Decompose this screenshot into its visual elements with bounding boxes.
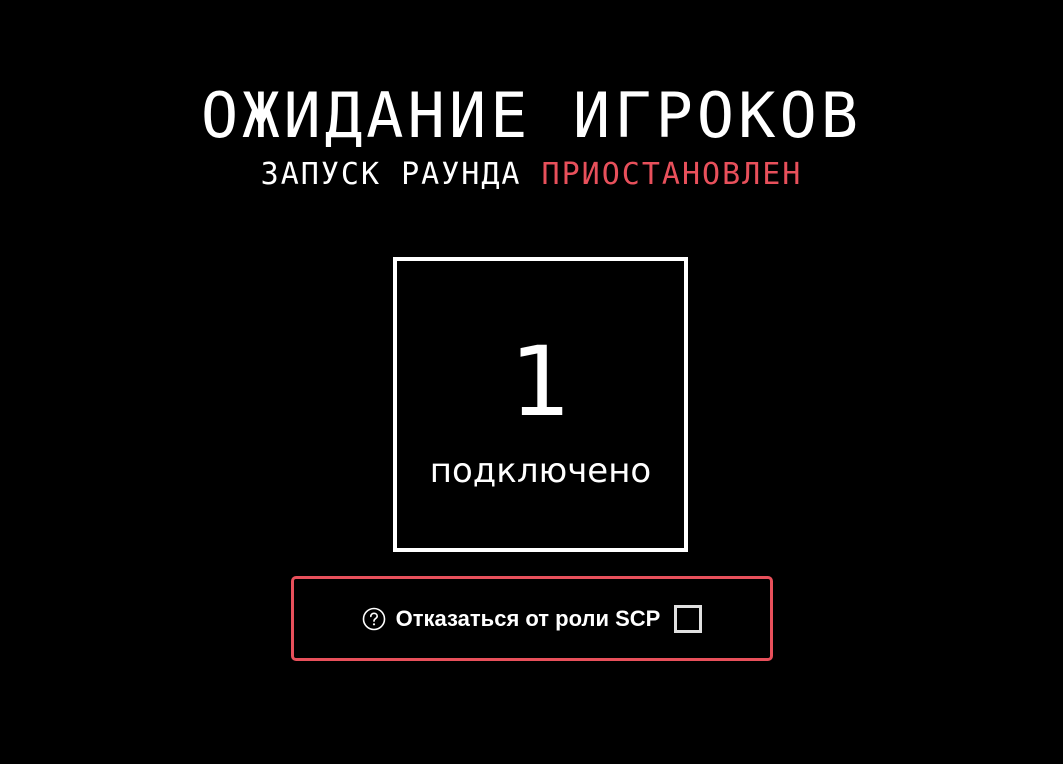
scp-optout-checkbox[interactable] <box>674 604 703 633</box>
round-start-label: ЗАПУСК РАУНДА <box>260 157 522 192</box>
round-status-line: ЗАПУСК РАУНДА ПРИОСТАНОВЛЕН <box>0 154 1063 196</box>
scp-optout-label: Отказаться от роли SCP <box>395 605 661 631</box>
scp-optout-panel: Отказаться от роли SCP <box>291 576 773 661</box>
connected-label: подключено <box>429 451 652 491</box>
connected-count: 1 <box>509 326 572 438</box>
waiting-title: ОЖИДАНИЕ ИГРОКОВ <box>200 79 863 152</box>
question-circle-icon[interactable] <box>362 607 386 631</box>
round-status-paused: ПРИОСТАНОВЛЕН <box>541 157 803 192</box>
connected-players-box: 1 подключено <box>393 257 688 552</box>
